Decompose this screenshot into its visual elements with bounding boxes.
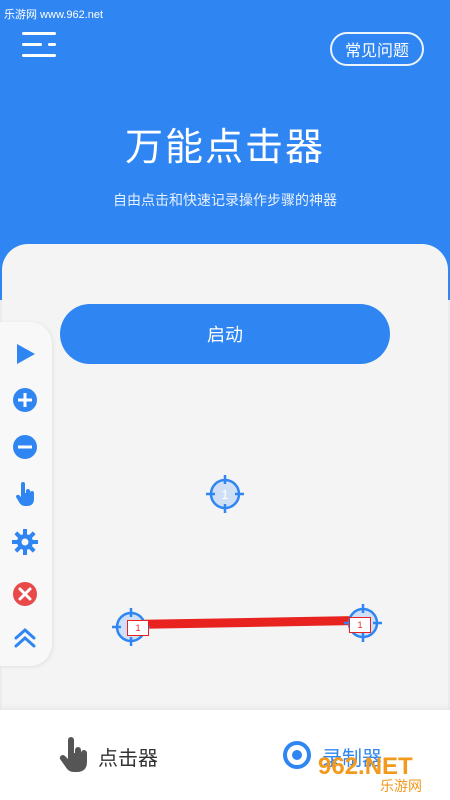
watermark-sub: 乐游网	[380, 779, 422, 794]
watermark-brand: 962.NET	[318, 753, 413, 780]
minus-icon[interactable]	[11, 433, 39, 461]
start-button[interactable]: 启动	[60, 304, 390, 364]
faq-button[interactable]: 常见问题	[330, 32, 424, 66]
page-subtitle: 自由点击和快速记录操作步骤的神器	[113, 193, 337, 209]
hand-icon[interactable]	[11, 480, 39, 508]
plus-icon[interactable]	[11, 386, 39, 414]
floating-toolbar	[0, 322, 52, 666]
hand-icon[interactable]	[56, 735, 90, 775]
watermark-text: 乐游网 www.962.net	[4, 9, 104, 21]
page-title: 万能点击器	[124, 125, 325, 169]
gear-icon[interactable]	[11, 528, 39, 556]
record-icon[interactable]	[282, 740, 312, 770]
close-icon[interactable]	[11, 580, 39, 608]
play-icon[interactable]	[11, 340, 39, 368]
menu-icon[interactable]	[22, 30, 58, 62]
click-target-label: 1	[221, 487, 228, 502]
watermark-logo: 962.NET 乐游网	[318, 753, 422, 794]
swipe-start-badge: 1	[127, 620, 149, 636]
click-target[interactable]: 1	[206, 475, 244, 513]
swipe-end-badge: 1	[349, 617, 371, 633]
chevron-up-icon[interactable]	[11, 624, 39, 652]
tab-clicker[interactable]: 点击器	[98, 742, 158, 771]
